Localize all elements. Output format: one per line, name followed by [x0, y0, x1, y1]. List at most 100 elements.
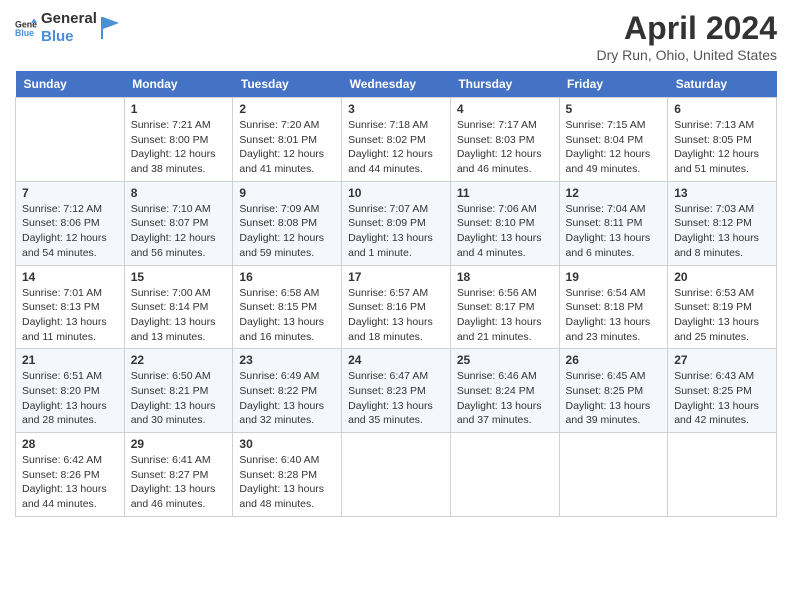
cell-info: Sunrise: 6:51 AM Sunset: 8:20 PM Dayligh…	[22, 369, 118, 428]
cell-info: Sunrise: 7:15 AM Sunset: 8:04 PM Dayligh…	[566, 118, 662, 177]
cell-info: Sunrise: 6:50 AM Sunset: 8:21 PM Dayligh…	[131, 369, 227, 428]
calendar-cell: 23 Sunrise: 6:49 AM Sunset: 8:22 PM Dayli…	[233, 349, 342, 433]
cell-day-number: 4	[457, 102, 553, 116]
header: General Blue General Blue April 2024 Dry…	[15, 10, 777, 63]
calendar-cell: 3 Sunrise: 7:18 AM Sunset: 8:02 PM Daylig…	[342, 98, 451, 182]
cell-day-number: 2	[239, 102, 335, 116]
calendar-week-1: 1 Sunrise: 7:21 AM Sunset: 8:00 PM Daylig…	[16, 98, 777, 182]
cell-day-number: 10	[348, 186, 444, 200]
cell-info: Sunrise: 6:56 AM Sunset: 8:17 PM Dayligh…	[457, 286, 553, 345]
cell-info: Sunrise: 6:58 AM Sunset: 8:15 PM Dayligh…	[239, 286, 335, 345]
cell-info: Sunrise: 6:49 AM Sunset: 8:22 PM Dayligh…	[239, 369, 335, 428]
cell-day-number: 30	[239, 437, 335, 451]
calendar-week-4: 21 Sunrise: 6:51 AM Sunset: 8:20 PM Dayli…	[16, 349, 777, 433]
logo: General Blue General Blue	[15, 10, 119, 46]
cell-info: Sunrise: 7:12 AM Sunset: 8:06 PM Dayligh…	[22, 202, 118, 261]
calendar-cell: 11Sunrise: 7:06 AM Sunset: 8:10 PM Dayli…	[450, 181, 559, 265]
col-saturday: Saturday	[668, 71, 777, 98]
cell-info: Sunrise: 6:57 AM Sunset: 8:16 PM Dayligh…	[348, 286, 444, 345]
calendar-week-3: 14Sunrise: 7:01 AM Sunset: 8:13 PM Dayli…	[16, 265, 777, 349]
calendar-cell: 7 Sunrise: 7:12 AM Sunset: 8:06 PM Daylig…	[16, 181, 125, 265]
logo-icon: General Blue	[15, 17, 37, 39]
col-tuesday: Tuesday	[233, 71, 342, 98]
cell-info: Sunrise: 6:42 AM Sunset: 8:26 PM Dayligh…	[22, 453, 118, 512]
cell-day-number: 14	[22, 270, 118, 284]
calendar-table: Sunday Monday Tuesday Wednesday Thursday…	[15, 71, 777, 517]
calendar-cell: 15 Sunrise: 7:00 AM Sunset: 8:14 PM Dayli…	[124, 265, 233, 349]
cell-info: Sunrise: 6:47 AM Sunset: 8:23 PM Dayligh…	[348, 369, 444, 428]
cell-info: Sunrise: 7:07 AM Sunset: 8:09 PM Dayligh…	[348, 202, 444, 261]
calendar-cell: 10 Sunrise: 7:07 AM Sunset: 8:09 PM Dayli…	[342, 181, 451, 265]
cell-info: Sunrise: 6:43 AM Sunset: 8:25 PM Dayligh…	[674, 369, 770, 428]
cell-info: Sunrise: 7:00 AM Sunset: 8:14 PM Dayligh…	[131, 286, 227, 345]
cell-day-number: 7	[22, 186, 118, 200]
cell-info: Sunrise: 7:03 AM Sunset: 8:12 PM Dayligh…	[674, 202, 770, 261]
cell-info: Sunrise: 6:41 AM Sunset: 8:27 PM Dayligh…	[131, 453, 227, 512]
calendar-cell: 22 Sunrise: 6:50 AM Sunset: 8:21 PM Dayli…	[124, 349, 233, 433]
cell-day-number: 11	[457, 186, 553, 200]
cell-day-number: 21	[22, 353, 118, 367]
col-thursday: Thursday	[450, 71, 559, 98]
calendar-cell: 19Sunrise: 6:54 AM Sunset: 8:18 PM Dayli…	[559, 265, 668, 349]
cell-day-number: 22	[131, 353, 227, 367]
cell-day-number: 6	[674, 102, 770, 116]
cell-info: Sunrise: 7:09 AM Sunset: 8:08 PM Dayligh…	[239, 202, 335, 261]
logo-general: General	[41, 10, 97, 28]
cell-day-number: 24	[348, 353, 444, 367]
cell-day-number: 28	[22, 437, 118, 451]
cell-day-number: 23	[239, 353, 335, 367]
cell-info: Sunrise: 7:04 AM Sunset: 8:11 PM Dayligh…	[566, 202, 662, 261]
logo-blue: Blue	[41, 28, 97, 46]
calendar-week-2: 7 Sunrise: 7:12 AM Sunset: 8:06 PM Daylig…	[16, 181, 777, 265]
calendar-cell: 21 Sunrise: 6:51 AM Sunset: 8:20 PM Dayli…	[16, 349, 125, 433]
cell-info: Sunrise: 6:53 AM Sunset: 8:19 PM Dayligh…	[674, 286, 770, 345]
calendar-cell: 4Sunrise: 7:17 AM Sunset: 8:03 PM Daylig…	[450, 98, 559, 182]
calendar-cell: 14Sunrise: 7:01 AM Sunset: 8:13 PM Dayli…	[16, 265, 125, 349]
calendar-cell: 1 Sunrise: 7:21 AM Sunset: 8:00 PM Daylig…	[124, 98, 233, 182]
cell-info: Sunrise: 7:13 AM Sunset: 8:05 PM Dayligh…	[674, 118, 770, 177]
svg-text:Blue: Blue	[15, 28, 34, 38]
calendar-cell: 6 Sunrise: 7:13 AM Sunset: 8:05 PM Daylig…	[668, 98, 777, 182]
calendar-cell: 25Sunrise: 6:46 AM Sunset: 8:24 PM Dayli…	[450, 349, 559, 433]
calendar-cell: 9 Sunrise: 7:09 AM Sunset: 8:08 PM Daylig…	[233, 181, 342, 265]
cell-day-number: 26	[566, 353, 662, 367]
calendar-cell	[559, 433, 668, 517]
calendar-cell: 26 Sunrise: 6:45 AM Sunset: 8:25 PM Dayli…	[559, 349, 668, 433]
calendar-cell: 27Sunrise: 6:43 AM Sunset: 8:25 PM Dayli…	[668, 349, 777, 433]
col-friday: Friday	[559, 71, 668, 98]
calendar-cell: 20 Sunrise: 6:53 AM Sunset: 8:19 PM Dayli…	[668, 265, 777, 349]
cell-day-number: 3	[348, 102, 444, 116]
cell-day-number: 9	[239, 186, 335, 200]
cell-day-number: 18	[457, 270, 553, 284]
calendar-cell: 8Sunrise: 7:10 AM Sunset: 8:07 PM Daylig…	[124, 181, 233, 265]
calendar-cell: 13Sunrise: 7:03 AM Sunset: 8:12 PM Dayli…	[668, 181, 777, 265]
calendar-cell	[16, 98, 125, 182]
calendar-cell: 16 Sunrise: 6:58 AM Sunset: 8:15 PM Dayli…	[233, 265, 342, 349]
cell-info: Sunrise: 6:54 AM Sunset: 8:18 PM Dayligh…	[566, 286, 662, 345]
calendar-cell: 24 Sunrise: 6:47 AM Sunset: 8:23 PM Dayli…	[342, 349, 451, 433]
calendar-cell: 18 Sunrise: 6:56 AM Sunset: 8:17 PM Dayli…	[450, 265, 559, 349]
calendar-cell: 17 Sunrise: 6:57 AM Sunset: 8:16 PM Dayli…	[342, 265, 451, 349]
cell-day-number: 16	[239, 270, 335, 284]
cell-info: Sunrise: 7:21 AM Sunset: 8:00 PM Dayligh…	[131, 118, 227, 177]
page-title: April 2024	[596, 10, 777, 47]
col-wednesday: Wednesday	[342, 71, 451, 98]
calendar-cell	[668, 433, 777, 517]
cell-info: Sunrise: 6:45 AM Sunset: 8:25 PM Dayligh…	[566, 369, 662, 428]
cell-info: Sunrise: 7:18 AM Sunset: 8:02 PM Dayligh…	[348, 118, 444, 177]
calendar-week-5: 28 Sunrise: 6:42 AM Sunset: 8:26 PM Dayli…	[16, 433, 777, 517]
calendar-cell: 30Sunrise: 6:40 AM Sunset: 8:28 PM Dayli…	[233, 433, 342, 517]
cell-day-number: 1	[131, 102, 227, 116]
cell-day-number: 15	[131, 270, 227, 284]
calendar-cell: 5Sunrise: 7:15 AM Sunset: 8:04 PM Daylig…	[559, 98, 668, 182]
calendar-cell: 2 Sunrise: 7:20 AM Sunset: 8:01 PM Daylig…	[233, 98, 342, 182]
cell-day-number: 20	[674, 270, 770, 284]
title-area: April 2024 Dry Run, Ohio, United States	[596, 10, 777, 63]
calendar-cell: 28 Sunrise: 6:42 AM Sunset: 8:26 PM Dayli…	[16, 433, 125, 517]
cell-info: Sunrise: 7:20 AM Sunset: 8:01 PM Dayligh…	[239, 118, 335, 177]
cell-day-number: 29	[131, 437, 227, 451]
cell-day-number: 25	[457, 353, 553, 367]
cell-day-number: 17	[348, 270, 444, 284]
calendar-header-row: Sunday Monday Tuesday Wednesday Thursday…	[16, 71, 777, 98]
calendar-cell	[450, 433, 559, 517]
